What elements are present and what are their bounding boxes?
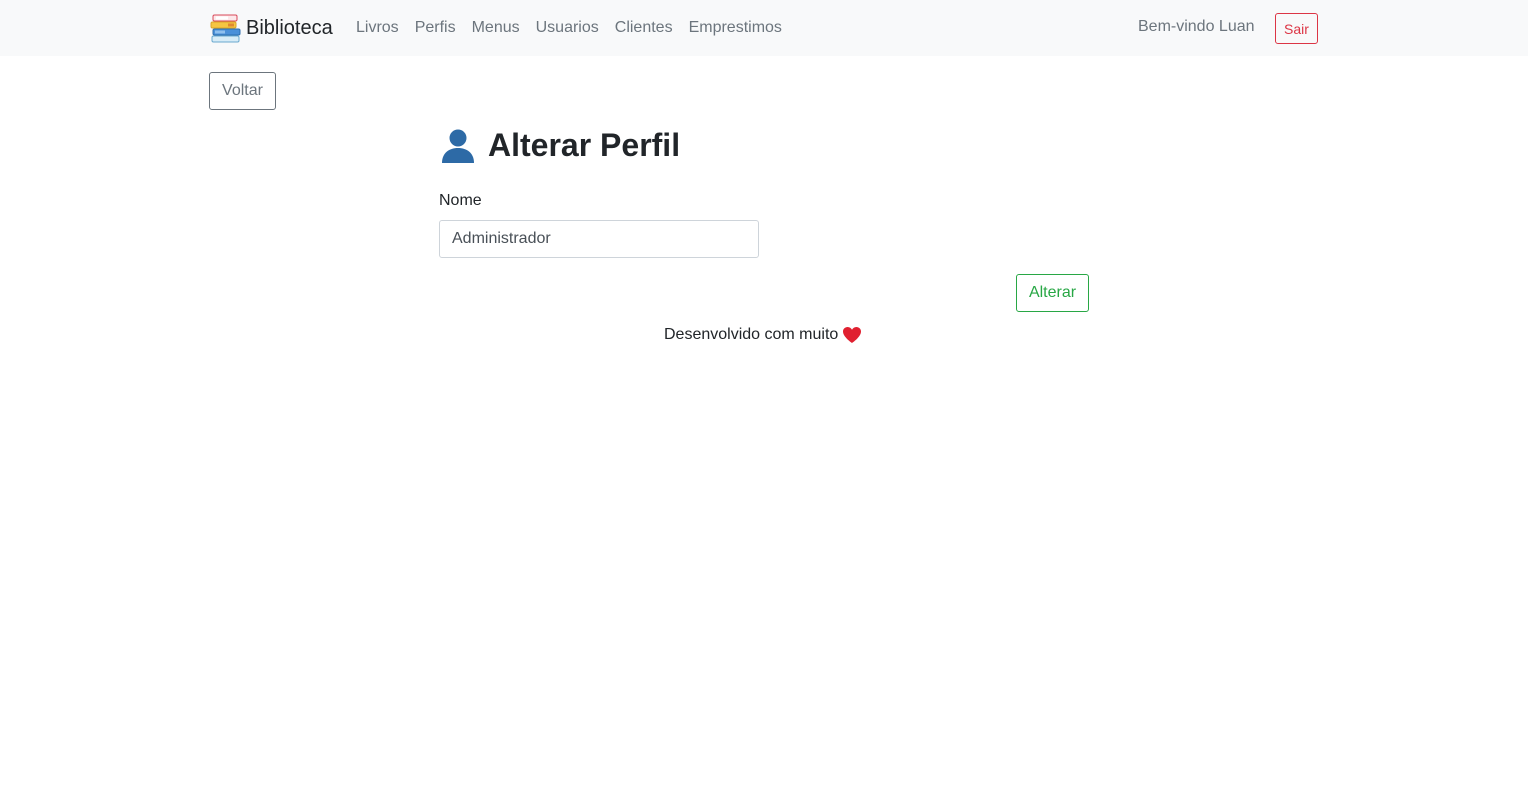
nav-link-usuarios[interactable]: Usuarios (528, 19, 607, 37)
brand-name: Biblioteca (246, 16, 333, 39)
back-button[interactable]: Voltar (209, 72, 276, 110)
name-input[interactable] (439, 220, 759, 258)
page-title: Alterar Perfil (439, 124, 680, 166)
nav-link-menus[interactable]: Menus (464, 19, 528, 37)
page-title-text: Alterar Perfil (488, 126, 681, 163)
footer: Desenvolvido com muito (664, 324, 862, 346)
welcome-text: Bem-vindo Luan (1138, 18, 1255, 35)
nav-link-perfis[interactable]: Perfis (407, 19, 464, 37)
footer-text: Desenvolvido com muito (664, 326, 839, 343)
logout-button[interactable]: Sair (1275, 13, 1318, 44)
user-silhouette-icon (442, 129, 474, 163)
books-icon (210, 14, 241, 42)
navbar: Biblioteca Livros Perfis Menus Usuarios … (0, 0, 1528, 56)
nav-menu: Livros Perfis Menus Usuarios Clientes Em… (348, 0, 790, 56)
nav-link-emprestimos[interactable]: Emprestimos (681, 19, 790, 37)
nav-link-clientes[interactable]: Clientes (607, 19, 681, 37)
name-label: Nome (439, 192, 482, 209)
nav-link-livros[interactable]: Livros (348, 19, 407, 37)
brand-link[interactable]: Biblioteca (210, 12, 333, 44)
heart-icon (843, 327, 862, 343)
update-button[interactable]: Alterar (1016, 274, 1089, 312)
